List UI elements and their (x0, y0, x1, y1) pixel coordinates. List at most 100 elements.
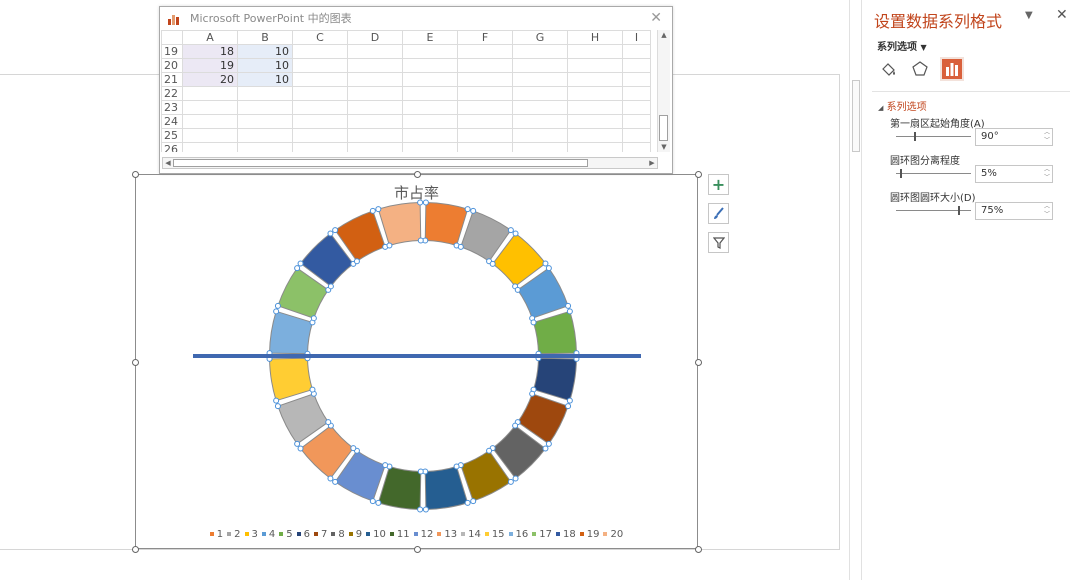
donut-segment-6[interactable] (532, 357, 577, 402)
legend-item[interactable]: 17 (532, 529, 552, 540)
legend-item[interactable]: 12 (413, 529, 433, 540)
legend-item[interactable]: 10 (366, 529, 386, 540)
cell[interactable] (567, 72, 623, 87)
cell[interactable] (182, 100, 238, 115)
selection-point[interactable] (297, 445, 304, 452)
cell[interactable] (622, 128, 651, 143)
donut-segment-15[interactable] (269, 357, 314, 402)
cell[interactable] (512, 128, 568, 143)
selection-point[interactable] (273, 308, 280, 315)
cell[interactable] (512, 100, 568, 115)
cell[interactable] (292, 114, 348, 129)
pane-scrollbar[interactable] (849, 0, 862, 580)
cell[interactable] (347, 142, 403, 152)
slider-knob[interactable] (899, 169, 902, 178)
cell[interactable] (457, 100, 513, 115)
cell[interactable] (292, 58, 348, 73)
selection-point[interactable] (382, 462, 389, 469)
cell[interactable] (347, 86, 403, 101)
cell[interactable] (457, 58, 513, 73)
row-header[interactable]: 23 (161, 100, 183, 115)
selection-point[interactable] (310, 315, 317, 322)
selection-point[interactable] (327, 475, 334, 482)
scroll-left-icon[interactable]: ◀ (163, 158, 173, 168)
table-row[interactable]: 25 (161, 128, 651, 143)
window-titlebar[interactable]: Microsoft PowerPoint 中的图表 ✕ (160, 7, 672, 29)
cell[interactable] (292, 72, 348, 87)
selection-point[interactable] (353, 258, 360, 265)
selection-point[interactable] (512, 230, 519, 237)
donut-segment-20[interactable] (377, 202, 422, 247)
selection-point[interactable] (332, 227, 339, 234)
col-header[interactable]: B (237, 30, 293, 45)
selection-point[interactable] (325, 419, 332, 426)
cell[interactable] (622, 114, 651, 129)
scroll-thumb[interactable] (173, 159, 588, 167)
legend-item[interactable]: 7 (314, 529, 327, 540)
selection-point[interactable] (369, 498, 376, 505)
cell[interactable] (567, 100, 623, 115)
selection-point[interactable] (375, 499, 382, 506)
selection-point[interactable] (274, 403, 281, 410)
row-header[interactable]: 26 (161, 142, 183, 152)
cell[interactable] (182, 86, 238, 101)
cell[interactable] (567, 58, 623, 73)
cell[interactable] (347, 128, 403, 143)
legend-item[interactable]: 11 (389, 529, 410, 540)
spinner-arrows-icon[interactable]: ︿ ﹀ (1044, 166, 1050, 182)
row-header[interactable]: 22 (161, 86, 183, 101)
selection-point[interactable] (417, 506, 424, 513)
selection-point[interactable] (417, 468, 424, 475)
selection-point[interactable] (457, 243, 464, 250)
cell[interactable] (512, 86, 568, 101)
spreadsheet-grid[interactable]: A B C D E F G H I 19 18 10 20 19 10 21 20 10 22 23… (161, 30, 658, 152)
cell[interactable] (457, 44, 513, 59)
cell[interactable] (512, 58, 568, 73)
section-series-options[interactable]: ◢ 系列选项 (878, 98, 927, 113)
selection-point[interactable] (422, 506, 429, 513)
legend-item[interactable]: 6 (296, 529, 310, 540)
selection-point[interactable] (507, 478, 514, 485)
cell[interactable] (237, 128, 293, 143)
scroll-thumb[interactable] (852, 80, 860, 152)
chart-styles-button[interactable] (708, 203, 729, 224)
donut-segment-10[interactable] (424, 465, 469, 510)
slider-knob[interactable] (914, 132, 917, 141)
donut-segment-5[interactable] (532, 310, 577, 355)
cell[interactable] (182, 114, 238, 129)
grid-corner[interactable] (161, 30, 183, 45)
row-header[interactable]: 19 (161, 44, 183, 59)
cell[interactable] (567, 142, 623, 152)
selection-point[interactable] (512, 422, 519, 429)
selection-point[interactable] (545, 440, 552, 447)
selection-point[interactable] (470, 207, 477, 214)
start-angle-spinner[interactable]: 90° ︿ ﹀ (975, 128, 1053, 146)
vertical-scrollbar[interactable]: ▲ ▼ (657, 30, 670, 152)
hole-size-slider[interactable] (896, 204, 971, 218)
legend-item[interactable]: 13 (437, 529, 457, 540)
cell[interactable] (347, 44, 403, 59)
cell[interactable] (182, 128, 238, 143)
series-options-dropdown[interactable]: 系列选项 ▼ (877, 38, 927, 53)
selection-point[interactable] (422, 199, 429, 206)
selection-point[interactable] (375, 206, 382, 213)
table-row[interactable]: 26 (161, 142, 651, 152)
selection-point[interactable] (294, 440, 301, 447)
cell[interactable] (457, 114, 513, 129)
cell[interactable] (567, 44, 623, 59)
cell[interactable] (402, 44, 458, 59)
cell[interactable]: 10 (237, 72, 293, 87)
selection-point[interactable] (507, 227, 514, 234)
scroll-down-icon[interactable]: ▼ (658, 142, 670, 152)
cell[interactable] (182, 142, 238, 152)
col-header[interactable]: C (292, 30, 348, 45)
cell[interactable] (237, 142, 293, 152)
col-header[interactable]: I (622, 30, 651, 45)
selection-point[interactable] (453, 463, 460, 470)
chart-legend[interactable]: 1 2 3 4 5 6 7 8 9 10 11 12 13 14 15 16 17 18 19 20 (135, 529, 698, 540)
cell[interactable] (622, 100, 651, 115)
selection-point[interactable] (297, 260, 304, 267)
selection-point[interactable] (512, 475, 519, 482)
cell[interactable] (402, 100, 458, 115)
col-header[interactable]: G (512, 30, 568, 45)
